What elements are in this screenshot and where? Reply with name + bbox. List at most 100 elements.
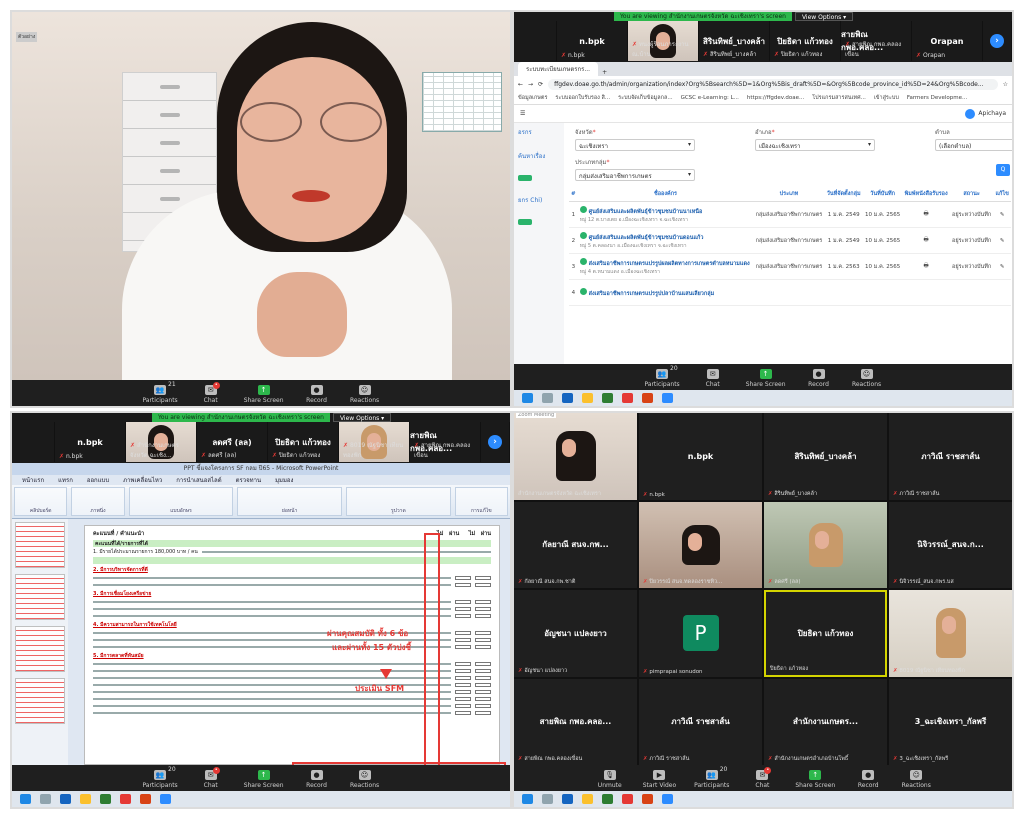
folder-icon[interactable] [582, 393, 593, 403]
reactions-button[interactable]: ☺ Reactions [350, 385, 380, 404]
ribbon-tab[interactable]: การนำเสนอสไลด์ [176, 475, 221, 485]
star-icon[interactable]: ☆ [1003, 81, 1008, 88]
powerpoint-icon[interactable] [140, 794, 151, 804]
sidebar-item[interactable]: ยกร Chi) [518, 195, 560, 205]
mail-icon[interactable] [562, 393, 573, 403]
share-screen-button[interactable]: ↑ Share Screen [244, 385, 284, 404]
gallery-tile[interactable]: สำนักงานเกษตรจังหวัด ฉะเชิงเทรา [514, 413, 637, 500]
gallery-tile[interactable]: นิจิวรรณ์_สนจ.ก...นิจิวรรณ์_สนจ.กพร.บส [889, 501, 1012, 588]
sidebar-item[interactable]: อรกร [518, 127, 560, 137]
gallery-tile-active-speaker[interactable]: ปิยธิดา แก้วทอง ปิยธิดา แก้วทอง [764, 590, 887, 677]
slide-thumbnail[interactable] [15, 522, 65, 568]
mail-icon[interactable] [562, 794, 573, 804]
start-icon[interactable] [522, 393, 533, 403]
unmute-button[interactable]: 🎙 Unmute [595, 770, 625, 789]
edit-icon[interactable]: ✎ [993, 201, 1011, 228]
bookmark[interactable]: โปรแกรมสารสนเทศ... [812, 94, 866, 102]
start-video-button[interactable]: ▶ Start Video [643, 770, 676, 789]
line-icon[interactable] [602, 794, 613, 804]
line-icon[interactable] [100, 794, 111, 804]
address-bar[interactable]: ffgdev.doae.go.th/admin/organization/ind… [548, 78, 998, 90]
search-button[interactable]: Q [996, 164, 1010, 176]
folder-icon[interactable] [582, 794, 593, 804]
user-menu[interactable]: Apichaya [965, 108, 1006, 119]
ribbon-group[interactable]: แบบอักษร [128, 487, 234, 516]
share-screen-button[interactable]: ↑ Share Screen [795, 770, 835, 789]
zoom-icon[interactable] [662, 393, 673, 403]
strip-tile[interactable]: สายพิณ กพอ.คลอ...สายพิณ กพอ.คลองเขื่อน [410, 422, 481, 462]
sidebar-item[interactable]: ค้นหาเรื่อง [518, 151, 560, 161]
next-page-icon[interactable]: › [488, 435, 502, 449]
ribbon-group[interactable]: ย่อหน้า [237, 487, 342, 516]
ribbon-tab[interactable]: แทรก [58, 475, 73, 485]
gallery-tile[interactable]: สายพิณ กพอ.คลอ...สายพิณ กพอ.คลองเขื่อน [514, 678, 637, 765]
bookmark[interactable]: GCSC e-Learning: L... [681, 95, 739, 101]
chrome-icon[interactable] [622, 794, 633, 804]
print-icon[interactable]: 🖶 [902, 253, 950, 280]
browser-tab[interactable]: ระบบทะเบียนเกษตรกร... [518, 62, 599, 76]
start-icon[interactable] [20, 794, 31, 804]
gallery-tile[interactable]: 8019 ณัฐนิชา เทียนทองฟัก [889, 590, 1012, 677]
start-icon[interactable] [522, 794, 533, 804]
record-button[interactable]: ● Record [302, 770, 332, 789]
record-button[interactable]: ● Record [804, 369, 834, 388]
ribbon-group[interactable]: ภาพนิ่ง [71, 487, 125, 516]
record-button[interactable]: ● Record [853, 770, 883, 789]
bookmark[interactable]: ระบบออกใบรับรอง สิ... [555, 94, 610, 102]
ribbon-group[interactable]: การแก้ไข [454, 487, 508, 516]
strip-tile[interactable]: สิรินทิพย์_บางคล้าสิรินทิพย์_บางคล้า [699, 21, 770, 61]
ribbon-tab[interactable]: หน้าแรก [22, 475, 44, 485]
zoom-icon[interactable] [662, 794, 673, 804]
share-screen-button[interactable]: ↑ Share Screen [746, 369, 786, 388]
forward-icon[interactable]: → [528, 81, 533, 88]
bookmark[interactable]: ระบบจัดเก็บข้อมูลกล... [618, 94, 672, 102]
zoom-icon[interactable] [160, 794, 171, 804]
reactions-button[interactable]: ☺ Reactions [350, 770, 380, 789]
gallery-tile[interactable]: ภาวิณี ราชสาส์นภาวิณี ราชสาส์น [889, 413, 1012, 500]
record-button[interactable]: ● Record [302, 385, 332, 404]
gallery-tile[interactable]: ภาวิณี ราชสาส์นภาวิณี ราชสาส์น [639, 678, 762, 765]
print-icon[interactable]: 🖶 [902, 201, 950, 228]
slide-thumbnail[interactable] [15, 626, 65, 672]
strip-tile-video[interactable]: สำนักงานเกษตรจังหวัด ฉะเชิง... [126, 422, 197, 462]
chat-button[interactable]: • ✉ Chat [196, 382, 226, 404]
line-icon[interactable] [602, 393, 613, 403]
ribbon-tab[interactable]: ออกแบบ [87, 475, 109, 485]
strip-tile[interactable]: ปิยธิดา แก้วทองปิยธิดา แก้วทอง [268, 422, 339, 462]
participants-button[interactable]: 20 👥 Participants [694, 766, 729, 789]
province-select[interactable]: ฉะเชิงเทรา ▾ [575, 139, 695, 151]
folder-icon[interactable] [80, 794, 91, 804]
gallery-tile[interactable]: Ppimprapai sonudon [639, 590, 762, 677]
ribbon-tab[interactable]: มุมมอง [275, 475, 293, 485]
gallery-tile[interactable]: ปิยวรรณ์ สนจ.ทดลองราชทิว... [639, 501, 762, 588]
search-icon[interactable] [542, 393, 553, 403]
strip-tile-video[interactable]: ทนงผู้ร้อนภาระงาน ณ.บ้าน [628, 21, 699, 61]
ribbon-tab[interactable]: ภาพเคลื่อนไหว [123, 475, 162, 485]
chat-button[interactable]: • ✉ Chat [747, 767, 777, 789]
ribbon-group[interactable]: คลิปบอร์ด [14, 487, 68, 516]
bookmark[interactable]: ข้อมูลเกษตร [518, 94, 547, 102]
gallery-tile[interactable]: อัญชนา แปลงยาวอัญชนา แปลงยาว [514, 590, 637, 677]
chrome-icon[interactable] [622, 393, 633, 403]
chrome-icon[interactable] [120, 794, 131, 804]
bookmark[interactable]: เข้าสู่ระบบ [874, 94, 899, 102]
reload-icon[interactable]: ⟳ [538, 81, 543, 88]
subdistrict-select[interactable]: (เลือกตำบล)▾ [935, 139, 1012, 151]
strip-tile[interactable]: n.bpkn.bpk [55, 422, 126, 462]
gallery-tile[interactable]: กัลยาณี สนจ.กพ...กัลยาณี สนจ.กพ.ชาติ [514, 501, 637, 588]
reactions-button[interactable]: ☺ Reactions [852, 369, 882, 388]
group-type-select[interactable]: กลุ่มส่งเสริมอาชีพการเกษตร ▾ [575, 169, 695, 181]
reactions-button[interactable]: ☺ Reactions [901, 770, 931, 789]
edit-icon[interactable]: ✎ [993, 227, 1011, 254]
gallery-tile[interactable]: 3_ฉะเชิงเทรา_กัลพรี3_ฉะเชิงเทรา_กัลพรี [889, 678, 1012, 765]
search-icon[interactable] [542, 794, 553, 804]
ribbon-tab[interactable]: ตรวจทาน [236, 475, 261, 485]
strip-tile[interactable]: n.bpkn.bpk [557, 21, 628, 61]
print-icon[interactable]: 🖶 [902, 227, 950, 254]
chat-button[interactable]: • ✉ Chat [196, 767, 226, 789]
ribbon-group[interactable]: รูปวาด [346, 487, 451, 516]
participants-button[interactable]: 21 👥 Participants [142, 381, 177, 404]
strip-tile[interactable]: สายพิณ กพอ.คลอ...สายพิณ กพอ.คลองเขื่อน [841, 21, 912, 61]
share-screen-button[interactable]: ↑ Share Screen [244, 770, 284, 789]
back-icon[interactable]: ← [518, 81, 523, 88]
